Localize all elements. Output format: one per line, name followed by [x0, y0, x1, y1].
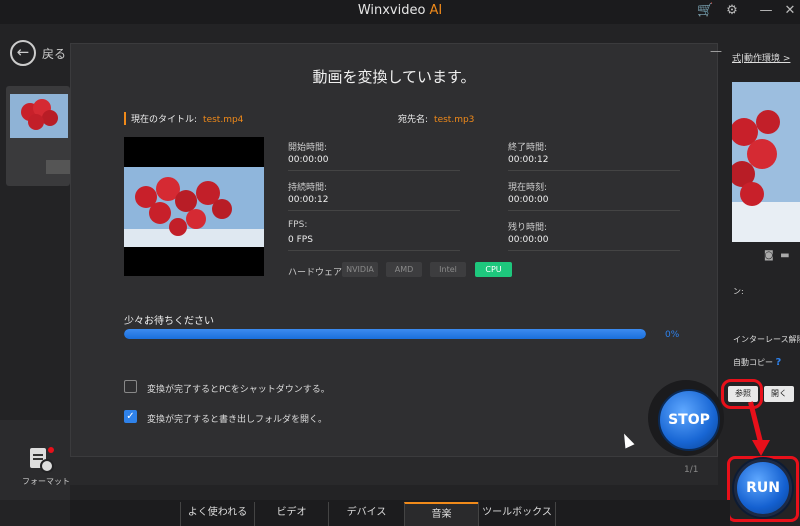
start-time-value: 00:00:00 — [288, 155, 329, 165]
tab-common[interactable]: よく使われる — [180, 502, 254, 526]
camera-icon[interactable]: ◙ — [764, 250, 774, 261]
progress-fill — [124, 329, 646, 339]
tab-device[interactable]: デバイス — [328, 502, 404, 526]
hardware-nvidia: NVIDIA — [342, 262, 378, 277]
folder-icon[interactable]: ▬ — [780, 250, 789, 261]
hardware-cpu: CPU — [475, 262, 512, 277]
current-title-value: test.mp4 — [203, 115, 244, 125]
shutdown-label: 変換が完了するとPCをシャットダウンする。 — [147, 385, 330, 395]
divider — [508, 210, 680, 211]
dialog-minimize-icon[interactable]: — — [710, 44, 722, 58]
dialog-title: 動画を変換しています。 — [312, 68, 476, 86]
preview-controls: ◙ ▬ — [764, 250, 790, 261]
fps-value: 0 FPS — [288, 235, 313, 245]
end-time-value: 00:00:12 — [508, 155, 549, 165]
duration-label: 持続時間: — [288, 183, 328, 193]
back-button[interactable]: ← — [10, 40, 36, 66]
run-button[interactable]: RUN — [734, 459, 792, 517]
system-requirements-link[interactable]: 式|動作環境 > — [732, 51, 790, 64]
video-thumbnail — [10, 94, 68, 138]
format-icon[interactable] — [28, 446, 54, 474]
destination-label: 宛先名: — [398, 115, 429, 125]
current-title-label: 現在のタイトル: — [131, 115, 198, 125]
destination-value: test.mp3 — [434, 115, 475, 125]
auto-copy-text: 自動コピー — [733, 358, 773, 367]
open-button[interactable]: 開く — [764, 386, 794, 402]
cart-icon[interactable]: 🛒 — [697, 3, 713, 19]
video-list-item[interactable] — [6, 86, 74, 186]
divider — [288, 210, 460, 211]
divider — [288, 250, 460, 251]
deinterlace-label: インターレース解除 — [733, 335, 800, 344]
back-label: 戻る — [42, 47, 67, 61]
open-folder-checkbox[interactable]: ✓ — [124, 410, 137, 423]
hardware-label: ハードウェア: — [288, 268, 346, 278]
preview-image — [732, 82, 800, 242]
progress-bar — [124, 329, 646, 339]
dialog-footer — [70, 456, 718, 485]
help-icon[interactable]: ? — [776, 357, 782, 368]
annotation-arrow-head — [752, 440, 770, 456]
divider — [288, 170, 460, 171]
browse-highlight — [721, 379, 763, 409]
remaining-time-value: 00:00:00 — [508, 235, 549, 245]
arrow-left-icon: ← — [16, 43, 30, 61]
hardware-amd: AMD — [386, 262, 422, 277]
app-title: Winxvideo AI — [0, 3, 800, 18]
current-time-value: 00:00:00 — [508, 195, 549, 205]
app-title-suffix: AI — [429, 3, 443, 18]
app-window: Winxvideo AI 🛒 ⚙ — ✕ ← 戻る フォーマット 式|動作環境 > — [0, 0, 800, 526]
tab-video[interactable]: ビデオ — [254, 502, 328, 526]
title-bar: Winxvideo AI 🛒 ⚙ — ✕ — [0, 0, 800, 24]
gear-icon[interactable]: ⚙ — [724, 3, 740, 19]
video-frame — [124, 167, 264, 247]
setting-colon-text: ン: — [733, 287, 744, 296]
stop-button[interactable]: STOP — [658, 389, 720, 451]
progress-percent: 0% — [665, 330, 680, 340]
start-time-label: 開始時間: — [288, 143, 328, 153]
open-folder-label: 変換が完了すると書き出しフォルダを開く。 — [147, 415, 328, 425]
shutdown-checkbox[interactable] — [124, 380, 137, 393]
tab-toolbox[interactable]: ツールボックス — [478, 502, 556, 526]
divider — [508, 250, 680, 251]
current-time-label: 現在時刻: — [508, 183, 548, 193]
hardware-intel: Intel — [430, 262, 466, 277]
divider — [508, 170, 680, 171]
format-label: フォーマット — [22, 477, 70, 486]
minimize-icon[interactable]: — — [758, 3, 774, 19]
tab-music[interactable]: 音楽 — [404, 502, 478, 526]
remaining-time-label: 残り時間: — [508, 223, 548, 233]
destination-name: 宛先名: test.mp3 — [398, 112, 474, 125]
fps-label: FPS: — [288, 220, 308, 230]
page-count: 1/1 — [684, 465, 699, 475]
auto-copy-label: 自動コピー ? — [733, 357, 781, 368]
checkmark-icon: ✓ — [126, 411, 135, 422]
close-icon[interactable]: ✕ — [782, 3, 798, 19]
end-time-label: 終了時間: — [508, 143, 548, 153]
current-title: 現在のタイトル: test.mp4 — [124, 112, 243, 125]
app-title-text: Winxvideo — [357, 3, 426, 18]
duration-value: 00:00:12 — [288, 195, 329, 205]
wait-label: 少々お待ちください — [124, 316, 214, 327]
video-preview — [124, 137, 264, 276]
